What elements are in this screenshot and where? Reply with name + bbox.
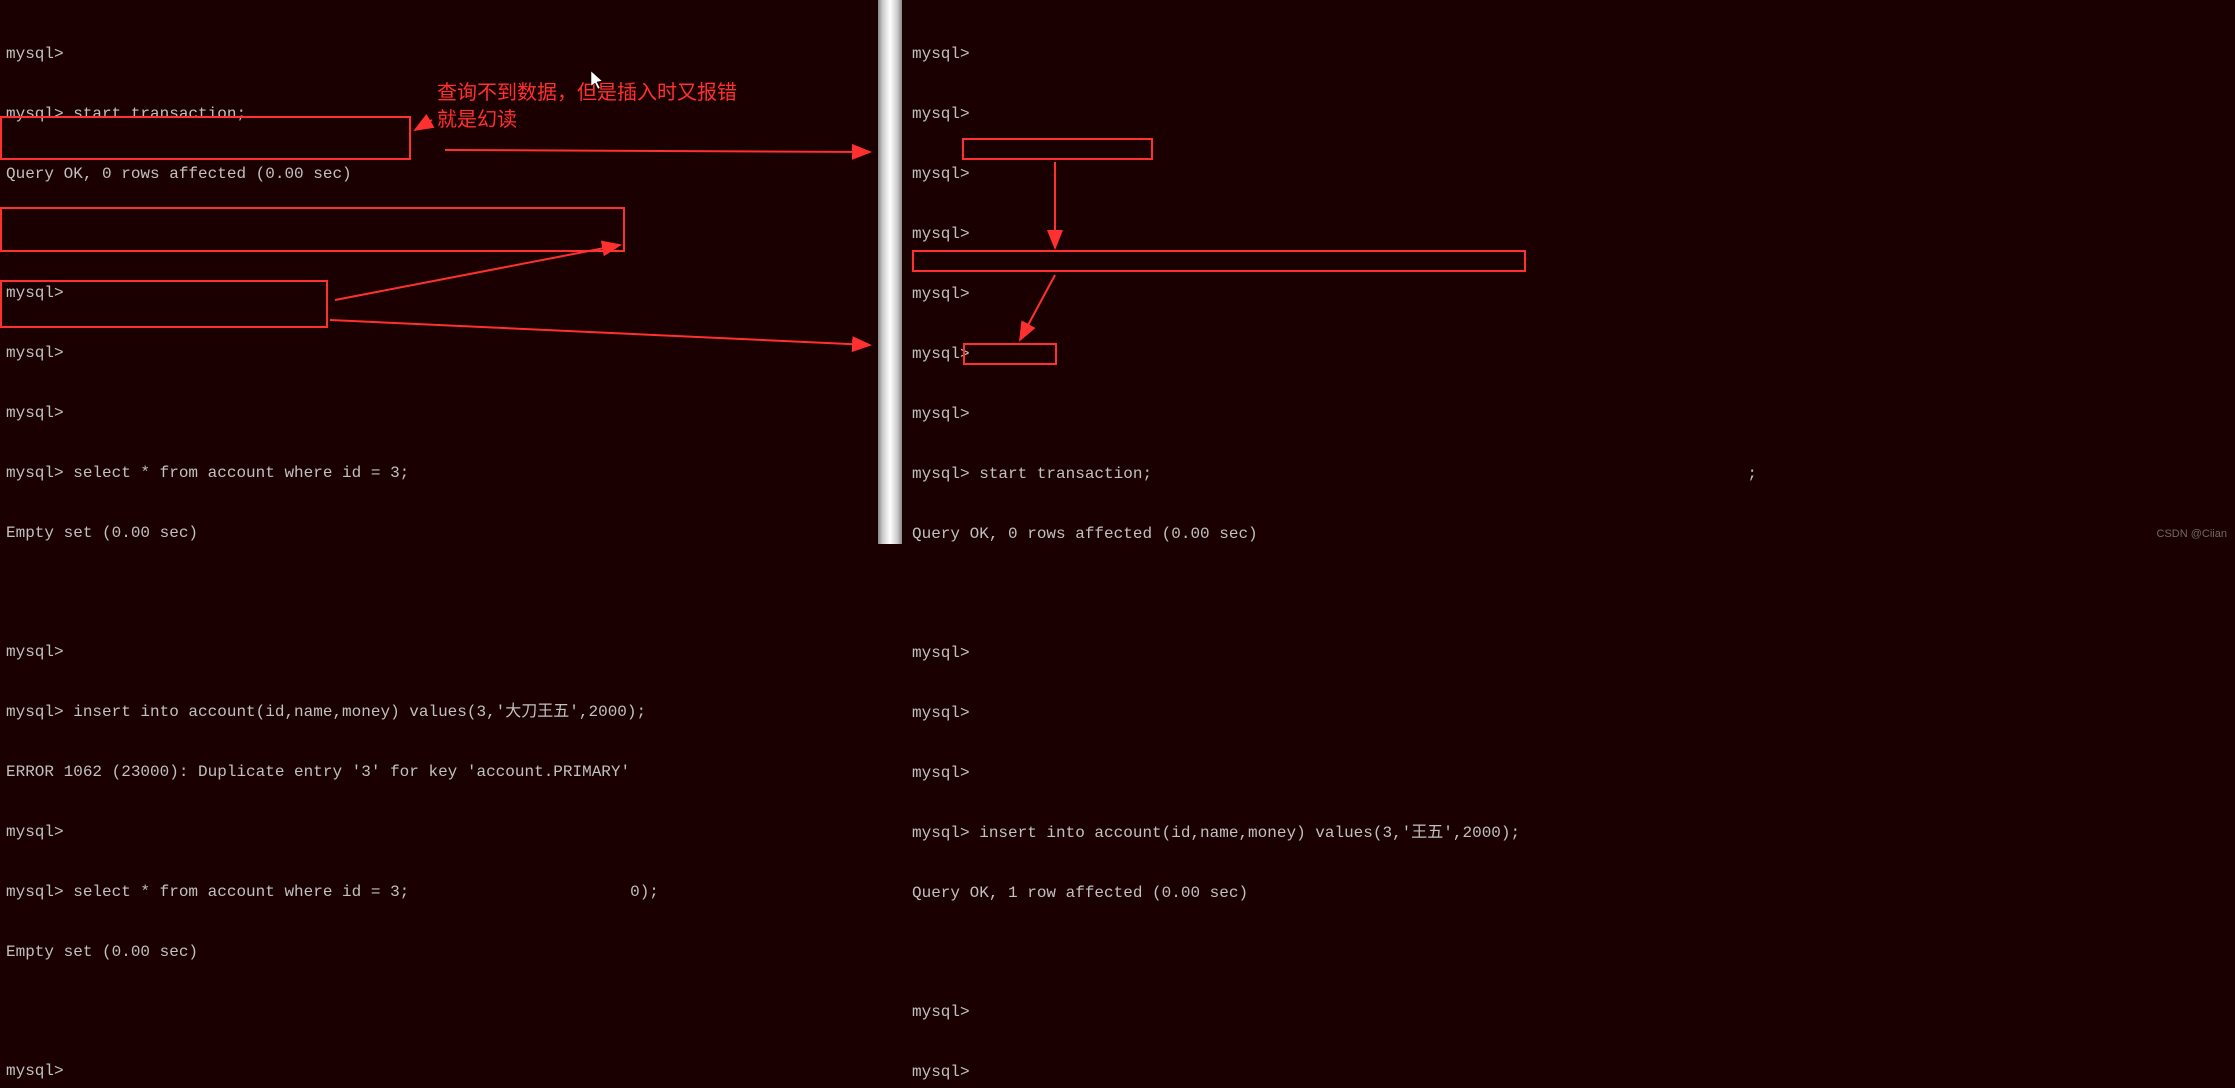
terminal-line: mysql>	[6, 283, 872, 303]
terminal-line	[6, 1002, 872, 1021]
terminal-line: Query OK, 1 row affected (0.00 sec)	[912, 883, 2229, 903]
terminal-line	[6, 583, 872, 602]
terminal-line: mysql>	[912, 44, 2229, 64]
terminal-line	[912, 943, 2229, 962]
terminal-line: Empty set (0.00 sec)	[6, 523, 872, 543]
terminal-line: mysql>	[912, 164, 2229, 184]
terminal-line: mysql>	[6, 822, 872, 842]
terminal-line: mysql>	[912, 404, 2229, 424]
terminal-line: mysql> select * from account where id = …	[6, 463, 872, 483]
terminal-line: ERROR 1062 (23000): Duplicate entry '3' …	[6, 762, 872, 782]
terminal-line: mysql>	[912, 344, 2229, 364]
terminal-line: Query OK, 0 rows affected (0.00 sec)	[6, 164, 872, 184]
terminal-line: mysql> insert into account(id,name,money…	[912, 823, 2229, 843]
terminal-line	[912, 584, 2229, 603]
terminal-line: mysql>	[912, 224, 2229, 244]
annotation-text-2: 就是幻读	[437, 103, 517, 132]
terminal-line: Query OK, 0 rows affected (0.00 sec)	[912, 524, 2229, 544]
terminal-line: mysql> insert into account(id,name,money…	[6, 702, 872, 722]
terminal-line	[6, 224, 872, 243]
terminal-line: mysql>	[912, 703, 2229, 723]
terminal-line: mysql>	[6, 642, 872, 662]
terminal-line: mysql>	[912, 643, 2229, 663]
pane-divider[interactable]	[878, 0, 902, 544]
terminal-line: mysql> select * from account where id = …	[6, 882, 872, 902]
terminal-line: mysql>	[912, 284, 2229, 304]
watermark-text: CSDN @Ciian	[2157, 528, 2227, 540]
terminal-line: mysql>	[6, 403, 872, 423]
terminal-line: mysql>	[6, 343, 872, 363]
terminal-line: mysql>	[6, 1061, 872, 1081]
terminal-line: mysql>	[912, 763, 2229, 783]
terminal-line: mysql>	[6, 44, 872, 64]
annotation-text-1: 查询不到数据，但是插入时又报错	[437, 76, 737, 105]
terminal-line: Empty set (0.00 sec)	[6, 942, 872, 962]
terminal-line: mysql>	[912, 104, 2229, 124]
terminal-line: mysql> start transaction; ;	[912, 464, 2229, 484]
terminal-line: mysql>	[912, 1002, 2229, 1022]
terminal-right-pane[interactable]: mysql> mysql> mysql> mysql> mysql> mysql…	[902, 0, 2235, 544]
terminal-line: mysql>	[912, 1062, 2229, 1082]
